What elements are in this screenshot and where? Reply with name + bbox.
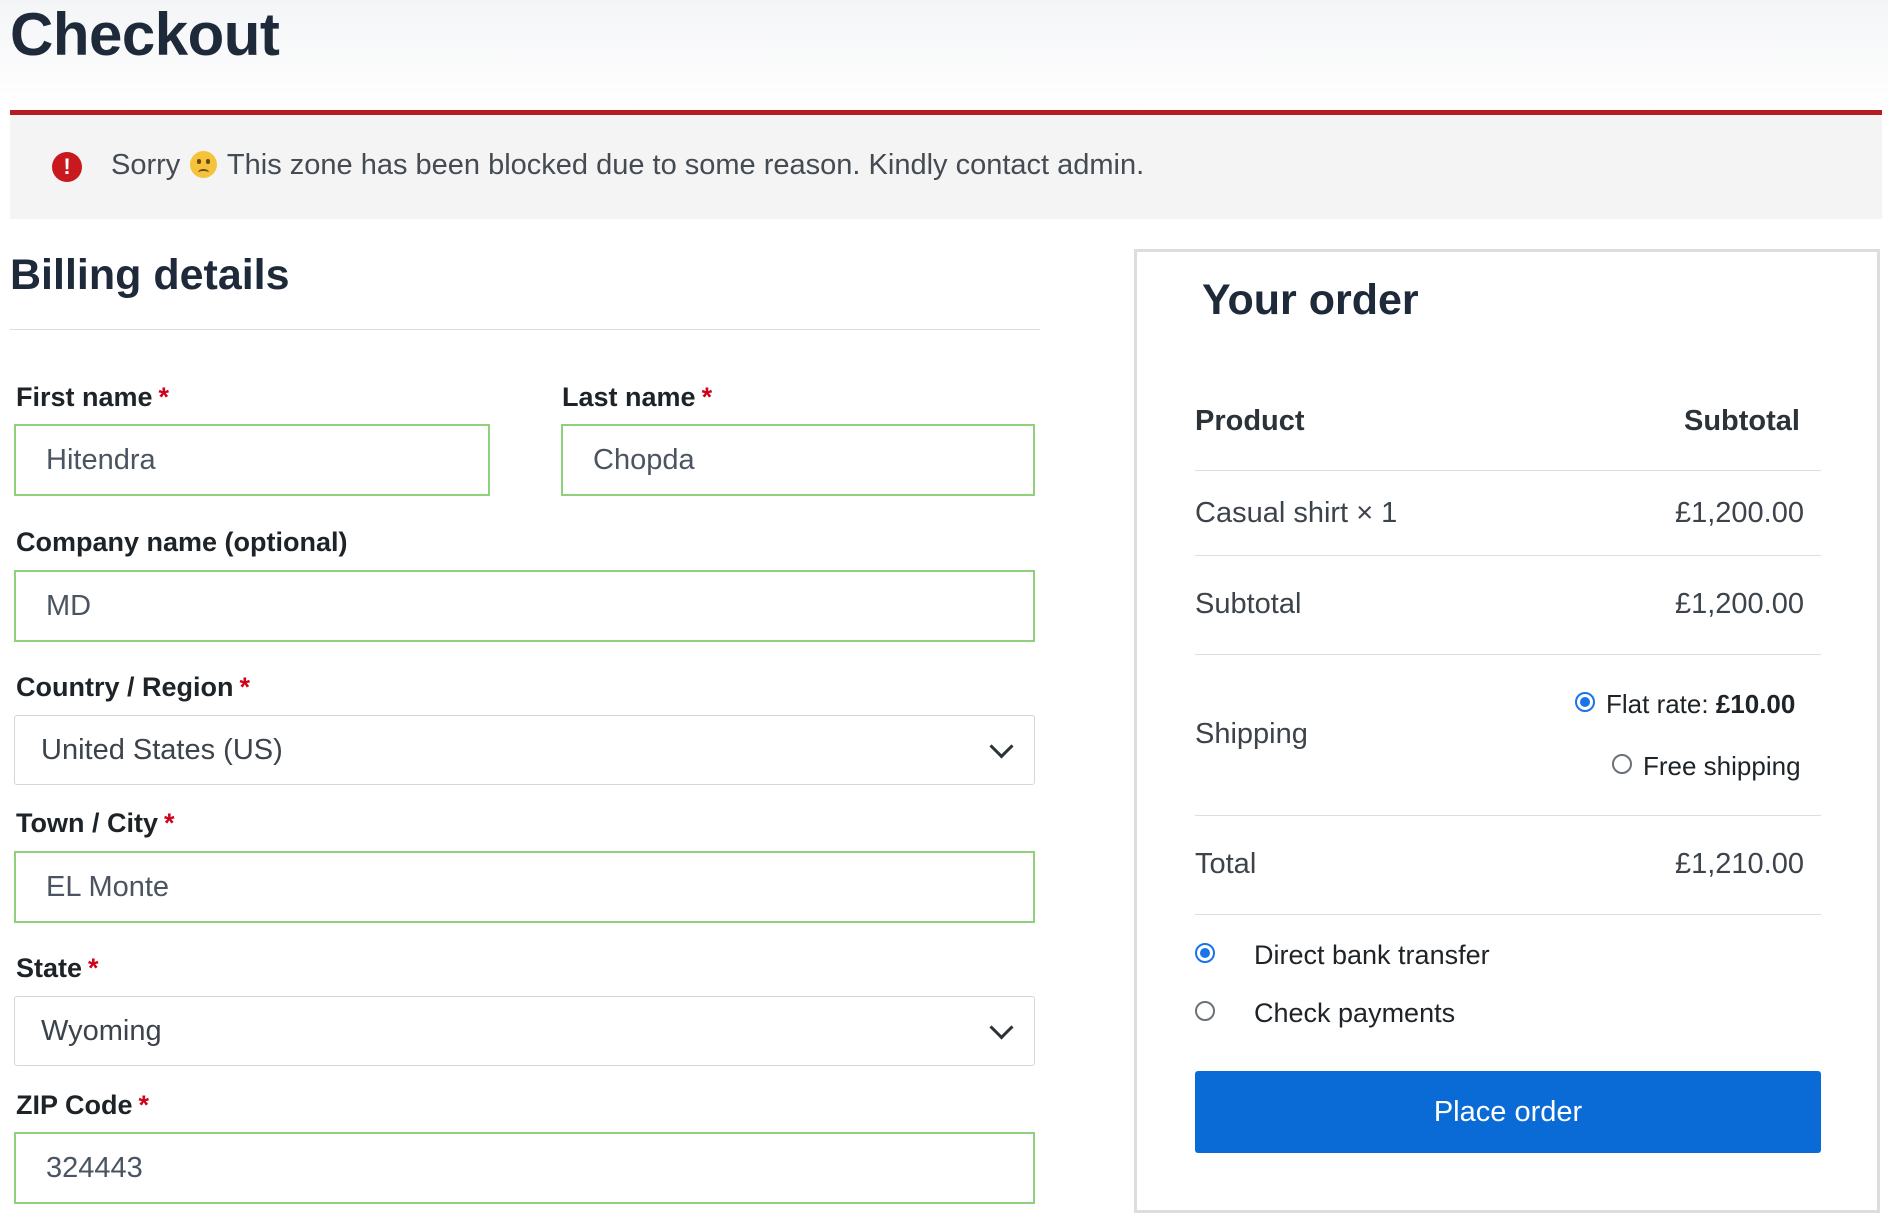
- page-title: Checkout: [10, 1, 280, 68]
- last-name-label: Last name *: [562, 382, 713, 412]
- total-label: Total: [1195, 848, 1257, 880]
- flat-rate-option-label[interactable]: Flat rate: £10.00: [1606, 689, 1795, 720]
- state-label: State *: [16, 953, 99, 983]
- flat-rate-radio[interactable]: [1575, 692, 1595, 712]
- billing-details-heading: Billing details: [10, 251, 290, 299]
- order-divider: [1195, 470, 1821, 471]
- company-name-field[interactable]: [14, 570, 1035, 642]
- last-name-field[interactable]: [561, 424, 1035, 496]
- subtotal-label: Subtotal: [1195, 588, 1302, 620]
- order-divider: [1195, 555, 1821, 556]
- country-selected-value: United States (US): [41, 734, 283, 766]
- required-marker: *: [239, 672, 251, 702]
- first-name-field[interactable]: [14, 424, 490, 496]
- notice-text-after: This zone has been blocked due to some r…: [226, 149, 1145, 181]
- notice-message: Sorry This zone has been blocked due to …: [111, 149, 1144, 182]
- city-label: Town / City *: [16, 808, 175, 838]
- chevron-down-icon: [989, 734, 1014, 759]
- shipping-label: Shipping: [1195, 718, 1308, 750]
- country-select[interactable]: United States (US): [14, 715, 1035, 785]
- order-divider: [1195, 914, 1821, 915]
- flat-rate-price: £10.00: [1715, 689, 1796, 719]
- required-marker: *: [158, 382, 170, 412]
- direct-bank-transfer-radio[interactable]: [1195, 943, 1215, 963]
- order-divider: [1195, 815, 1821, 816]
- required-marker: *: [138, 1090, 150, 1120]
- required-marker: *: [164, 808, 175, 838]
- direct-bank-transfer-label[interactable]: Direct bank transfer: [1254, 940, 1490, 971]
- exclamation-circle-icon: !: [52, 152, 82, 182]
- product-column-header: Product: [1195, 405, 1305, 437]
- city-field[interactable]: [14, 851, 1035, 923]
- subtotal-value: £1,200.00: [1674, 588, 1804, 620]
- check-payments-label[interactable]: Check payments: [1254, 998, 1455, 1029]
- order-item-qty: × 1: [1356, 497, 1398, 529]
- subtotal-column-header: Subtotal: [1684, 405, 1800, 437]
- your-order-heading: Your order: [1202, 276, 1419, 324]
- free-shipping-option-label[interactable]: Free shipping: [1643, 751, 1801, 782]
- confused-face-emoji-icon: [190, 151, 218, 178]
- billing-divider: [10, 329, 1040, 330]
- order-divider: [1195, 654, 1821, 655]
- page-header-band: [0, 0, 1888, 110]
- chevron-down-icon: [989, 1015, 1014, 1040]
- state-selected-value: Wyoming: [41, 1015, 162, 1047]
- country-label: Country / Region *: [16, 672, 251, 702]
- error-notice: ! Sorry This zone has been blocked due t…: [10, 110, 1882, 219]
- check-payments-radio[interactable]: [1195, 1001, 1215, 1021]
- company-name-label: Company name (optional): [16, 527, 348, 557]
- first-name-label: First name *: [16, 382, 170, 412]
- free-shipping-radio[interactable]: [1612, 754, 1632, 774]
- state-select[interactable]: Wyoming: [14, 996, 1035, 1066]
- place-order-button[interactable]: Place order: [1195, 1071, 1821, 1153]
- notice-text-before: Sorry: [111, 149, 181, 181]
- required-marker: *: [701, 382, 713, 412]
- zip-code-field[interactable]: [14, 1132, 1035, 1204]
- zip-code-label: ZIP Code *: [16, 1090, 150, 1120]
- order-item-price: £1,200.00: [1674, 497, 1804, 529]
- order-item-name: Casual shirt × 1: [1195, 497, 1398, 529]
- total-value: £1,210.00: [1674, 848, 1804, 880]
- required-marker: *: [88, 953, 99, 983]
